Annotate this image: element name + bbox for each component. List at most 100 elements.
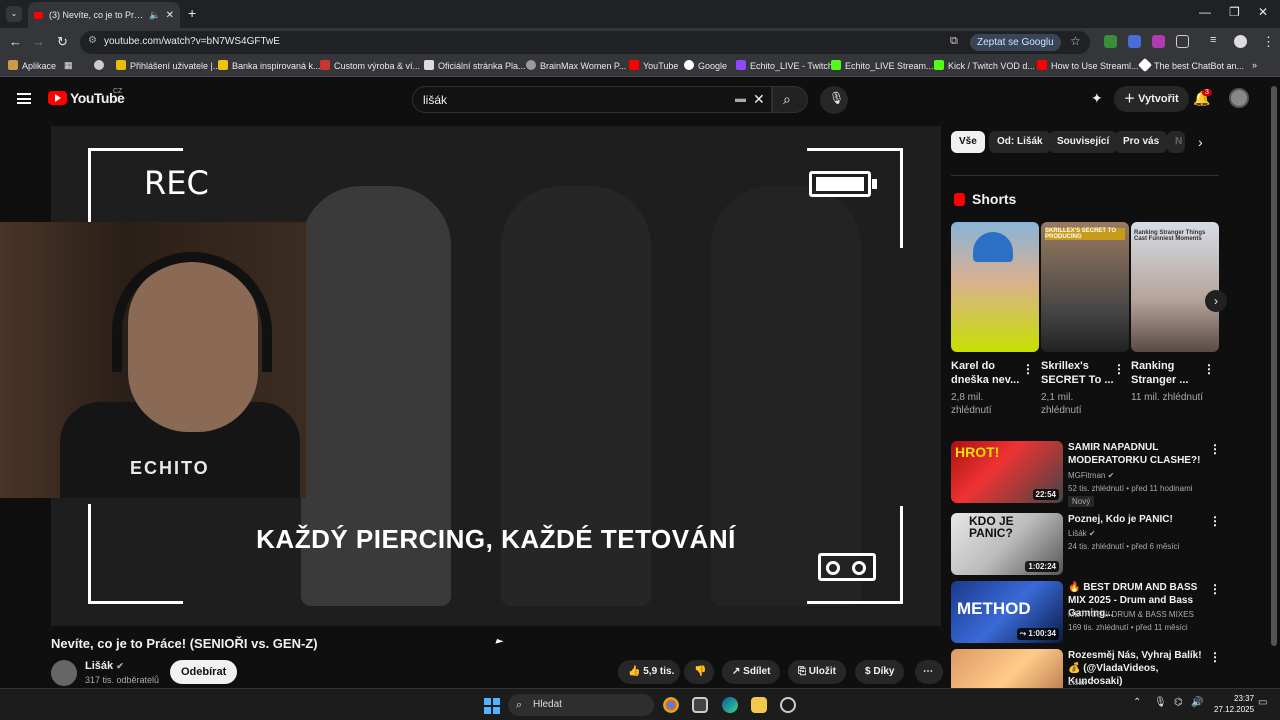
minimize-icon[interactable]: — — [1199, 5, 1211, 19]
video-menu-icon[interactable]: ⋮ — [1209, 514, 1221, 528]
bookmark-youtube[interactable]: YouTube — [629, 60, 678, 71]
short-title[interactable]: Skrillex's SECRET To ... — [1041, 359, 1116, 387]
chip-for-you[interactable]: Pro vás — [1115, 131, 1168, 153]
subscribe-button[interactable]: Odebírat — [170, 660, 238, 684]
short-thumbnail[interactable]: SKRILLEX'S SECRET TO PRODUCING — [1041, 222, 1129, 352]
bookmark-item[interactable]: Banka inspirovaná k... — [218, 60, 321, 71]
video-menu-icon[interactable]: ⋮ — [1209, 582, 1221, 596]
list-item[interactable]: KDO JE PANIC? 1:02:24 Poznej, Kdo je PAN… — [951, 513, 1221, 575]
windows-start-icon[interactable] — [484, 698, 500, 714]
channel-name[interactable]: METHOD // DRUM & BASS MIXES — [1068, 610, 1194, 619]
bookmark-item[interactable]: Echito_LIVE Stream... — [831, 60, 934, 71]
new-tab-button[interactable]: + — [188, 5, 196, 21]
channel-name[interactable]: Lišák ✔ — [1068, 678, 1096, 687]
browser-menu-icon[interactable]: ⋮ — [1262, 34, 1275, 50]
save-button[interactable]: ⎘ Uložit — [788, 660, 846, 684]
avatar[interactable] — [1229, 88, 1249, 108]
video-thumbnail[interactable]: KDO JE PANIC? 1:02:24 — [951, 513, 1063, 575]
microphone-tray-icon[interactable]: 🎙 — [1154, 697, 1167, 708]
grid-icon[interactable]: ▦ — [64, 60, 73, 71]
more-bookmarks-icon[interactable]: » — [1252, 60, 1257, 70]
reload-icon[interactable]: ↻ — [57, 34, 68, 50]
tab-search-icon[interactable]: ⌄ — [6, 6, 22, 22]
video-menu-icon[interactable]: ⋮ — [1209, 442, 1221, 456]
more-actions-button[interactable]: ⋯ — [915, 660, 943, 684]
bookmark-star-icon[interactable]: ☆ — [1070, 34, 1081, 48]
search-input[interactable]: lišák ▬ ✕ — [412, 86, 772, 113]
site-info-icon[interactable]: ⚙ — [88, 35, 97, 46]
browser-tab[interactable]: (3) Nevíte, co je to Práce! (S 🔈 ✕ — [28, 2, 180, 28]
video-title-link[interactable]: Poznej, Kdo je PANIC! — [1068, 513, 1208, 526]
channel-name[interactable]: Lišák ✔ — [85, 660, 124, 672]
short-menu-icon[interactable]: ⋮ — [1022, 362, 1034, 376]
voice-search-button[interactable]: 🎙 — [820, 86, 848, 114]
close-tab-icon[interactable]: ✕ — [166, 10, 174, 21]
like-button[interactable]: 👍 5,9 tis. — [618, 660, 680, 684]
bookmark-item[interactable]: Echito_LIVE - Twitch — [736, 60, 833, 71]
video-thumbnail[interactable]: HROT! 22:54 — [951, 441, 1063, 503]
channel-name[interactable]: Lišák ✔ — [1068, 529, 1096, 538]
youtube-logo-icon[interactable] — [48, 91, 67, 105]
extension-icon[interactable] — [1152, 35, 1165, 48]
bookmark-item[interactable]: BrainMax Women P... — [526, 60, 626, 71]
profile-icon[interactable] — [1234, 35, 1247, 48]
ask-google-button[interactable]: Zeptat se Googlu — [970, 34, 1061, 51]
video-menu-icon[interactable]: ⋮ — [1209, 650, 1219, 664]
bookmark-apps[interactable]: Aplikace — [8, 60, 56, 71]
volume-icon[interactable]: 🔊 — [1191, 697, 1203, 708]
list-item[interactable]: Rozesměj Nás, Vyhraj Balík! 💰 (@VladaVid… — [951, 649, 1219, 688]
chips-next-icon[interactable]: › — [1198, 134, 1203, 150]
short-title[interactable]: Ranking Stranger ... — [1131, 359, 1206, 387]
cast-icon[interactable]: ✦ — [1091, 90, 1103, 107]
chip-partial[interactable]: N — [1167, 131, 1185, 153]
bookmark-item[interactable]: Custom výroba & ví... — [320, 60, 420, 71]
video-title-link[interactable]: SAMIR NAPADNUL MODERATORKU CLASHE?! — [1068, 441, 1208, 467]
video-thumbnail[interactable]: METHOD ⤳ 1:00:34 — [951, 581, 1063, 643]
thanks-button[interactable]: $ Díky — [855, 660, 905, 684]
short-title[interactable]: Karel do dneška nev... — [951, 359, 1026, 387]
bookmark-item[interactable]: The best ChatBot an... — [1137, 57, 1244, 73]
bookmark-item[interactable]: Kick / Twitch VOD d... — [934, 60, 1035, 71]
translate-extension-icon[interactable] — [1128, 35, 1141, 48]
short-menu-icon[interactable]: ⋮ — [1113, 362, 1125, 376]
chip-related[interactable]: Související — [1049, 131, 1118, 153]
channel-name[interactable]: MGFitman ✔ — [1068, 471, 1114, 480]
chrome-icon[interactable] — [663, 697, 679, 713]
short-thumbnail[interactable]: Ranking Stranger Things Cast Funniest Mo… — [1131, 222, 1219, 352]
page-scrollbar[interactable] — [1271, 86, 1277, 646]
bookmark-item[interactable]: Oficiální stránka Pla... — [424, 60, 526, 71]
bookmark-item[interactable]: How to Use Streaml... — [1037, 60, 1139, 71]
install-app-icon[interactable]: ⧉ — [950, 35, 958, 48]
restore-icon[interactable]: ❐ — [1229, 5, 1240, 19]
system-clock[interactable]: 23:37 27.12.2025 — [1214, 693, 1254, 715]
short-thumbnail[interactable] — [951, 222, 1039, 352]
clear-search-icon[interactable]: ✕ — [753, 91, 765, 108]
short-menu-icon[interactable]: ⋮ — [1203, 362, 1215, 376]
store-icon[interactable] — [692, 697, 708, 713]
bookmark-item[interactable] — [94, 60, 108, 71]
edge-icon[interactable] — [722, 697, 738, 713]
taskbar-search[interactable]: ⌕ Hledat — [508, 694, 654, 716]
chip-all[interactable]: Vše — [951, 131, 985, 153]
bookmark-google[interactable]: Google — [684, 60, 727, 71]
create-button[interactable]: ＋ Vytvořit — [1114, 86, 1189, 112]
dislike-button[interactable]: 👎 — [684, 660, 714, 684]
network-icon[interactable]: ⌬ — [1174, 697, 1183, 708]
list-item[interactable]: HROT! 22:54 SAMIR NAPADNUL MODERATORKU C… — [951, 441, 1221, 507]
bookmark-item[interactable]: Přihlášení uživatele |... — [116, 60, 220, 71]
notifications-icon[interactable]: ▭ — [1258, 697, 1267, 708]
forward-icon[interactable]: → — [32, 34, 45, 49]
app-icon[interactable] — [780, 697, 796, 713]
address-bar[interactable]: ⚙ youtube.com/watch?v=bN7WS4GFTwE ⧉ Zept… — [80, 31, 1090, 54]
back-icon[interactable]: ← — [9, 34, 22, 49]
file-explorer-icon[interactable] — [751, 697, 767, 713]
video-thumbnail[interactable] — [951, 649, 1063, 688]
channel-avatar[interactable] — [51, 660, 77, 686]
close-window-icon[interactable]: ✕ — [1258, 5, 1268, 19]
chip-from-channel[interactable]: Od: Lišák — [989, 131, 1051, 153]
extension-icon[interactable] — [1104, 35, 1117, 48]
reading-list-icon[interactable]: ≡ — [1210, 34, 1216, 46]
speaker-icon[interactable]: 🔈 — [149, 10, 160, 21]
keyboard-icon[interactable]: ▬ — [735, 93, 746, 105]
extensions-puzzle-icon[interactable] — [1176, 35, 1189, 48]
